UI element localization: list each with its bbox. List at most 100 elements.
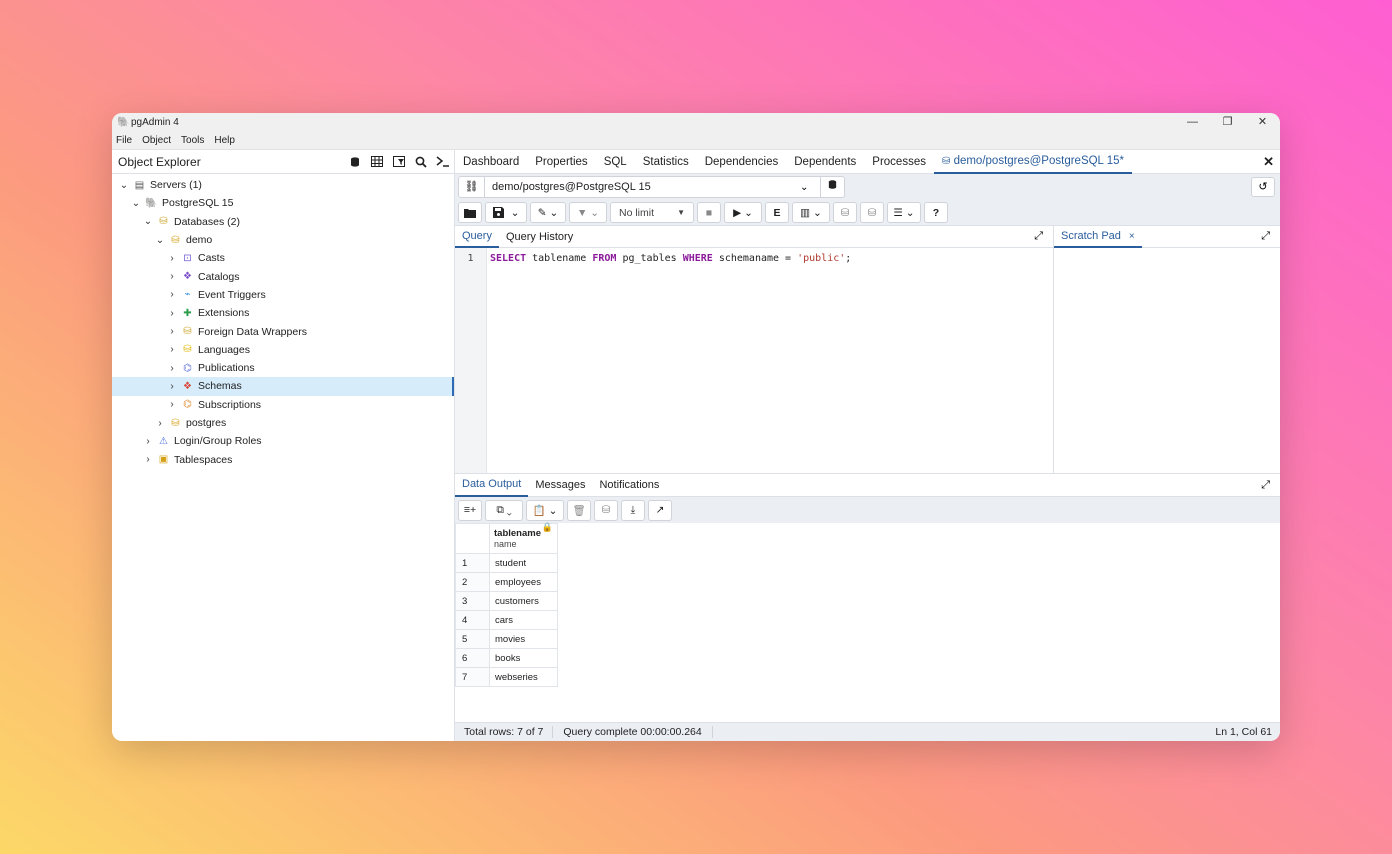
filter-rows-icon[interactable] — [388, 152, 410, 172]
download-icon[interactable]: ⤓ — [621, 499, 645, 521]
tree-item-schemas[interactable]: › ❖ Schemas — [112, 377, 454, 396]
chevron-down-icon[interactable]: ⌄ — [154, 235, 166, 246]
tree-item-event-triggers[interactable]: › ⌁ Event Triggers — [112, 286, 454, 304]
tree-item-subscriptions[interactable]: › ⌬ Subscriptions — [112, 396, 454, 414]
tab-sql[interactable]: SQL — [596, 150, 635, 174]
tab-query[interactable]: Query — [455, 226, 499, 248]
chevron-down-icon[interactable]: ⌄ — [800, 182, 820, 193]
delete-icon[interactable]: 🗑 — [567, 499, 591, 521]
save-data-icon[interactable]: ⛁ — [594, 499, 618, 521]
connection-status-icon[interactable]: ⛓ — [459, 177, 485, 197]
table-cell[interactable]: customers — [489, 591, 558, 611]
tab-properties[interactable]: Properties — [527, 150, 595, 174]
tree-item-tablespaces[interactable]: › ▣ Tablespaces — [112, 450, 454, 468]
copy-icon[interactable]: ⧉ ⌄ — [485, 499, 523, 521]
restore-button[interactable]: ❐ — [1210, 113, 1245, 132]
column-header-tablename[interactable]: tablename 🔒 name — [489, 522, 558, 554]
tree-item-extensions[interactable]: › ✚ Extensions — [112, 304, 454, 322]
table-row[interactable]: 7 webseries — [455, 667, 558, 687]
chevron-right-icon[interactable]: › — [166, 344, 178, 355]
chevron-right-icon[interactable]: › — [142, 436, 154, 447]
row-number[interactable]: 6 — [455, 648, 490, 668]
tree-item-postgresql-15[interactable]: ⌄ 🐘 PostgreSQL 15 — [112, 194, 454, 212]
tab-query-tool[interactable]: ⛁ demo/postgres@PostgreSQL 15* — [933, 150, 1132, 174]
reset-layout-icon[interactable]: ↺ — [1251, 177, 1275, 197]
table-row[interactable]: 4 cars — [455, 610, 558, 630]
chevron-down-icon[interactable]: ⌄ — [118, 180, 130, 191]
tab-data-output[interactable]: Data Output — [455, 474, 529, 497]
menu-help[interactable]: Help — [214, 135, 235, 146]
explain-icon[interactable]: E — [765, 202, 789, 223]
edit-icon[interactable]: ✎ ⌄ — [530, 202, 566, 223]
row-number[interactable]: 3 — [455, 591, 490, 611]
table-cell[interactable]: books — [489, 648, 558, 668]
chevron-down-icon[interactable]: ⌄ — [130, 198, 142, 209]
menu-tools[interactable]: Tools — [181, 135, 204, 146]
execute-icon[interactable]: ▶ ⌄ — [724, 202, 762, 223]
tree-item-languages[interactable]: › ⛁ Languages — [112, 341, 454, 359]
new-connection-icon[interactable] — [820, 177, 844, 197]
table-cell[interactable]: cars — [489, 610, 558, 630]
table-row[interactable]: 6 books — [455, 648, 558, 668]
tree-item-foreign-data-wrappers[interactable]: › ⛁ Foreign Data Wrappers — [112, 322, 454, 340]
paste-icon[interactable]: 📋 ⌄ — [526, 499, 564, 521]
sql-code-line[interactable]: SELECT tablename FROM pg_tables WHERE sc… — [487, 248, 851, 473]
table-cell[interactable]: webseries — [489, 667, 558, 687]
table-row[interactable]: 5 movies — [455, 629, 558, 649]
save-file-icon[interactable]: ⌄ — [485, 202, 527, 223]
close-tab-icon[interactable]: ✕ — [1263, 154, 1274, 170]
psql-terminal-icon[interactable] — [432, 152, 454, 172]
tree-item-publications[interactable]: › ⌬ Publications — [112, 359, 454, 377]
scratch-pad-editor[interactable] — [1054, 248, 1280, 473]
chevron-right-icon[interactable]: › — [142, 454, 154, 465]
row-number[interactable]: 1 — [455, 553, 490, 573]
table-row[interactable]: 1 student — [455, 553, 558, 573]
graph-visualiser-icon[interactable]: ↗ — [648, 499, 672, 521]
macros-icon[interactable]: ☰ ⌄ — [887, 202, 921, 223]
chevron-right-icon[interactable]: › — [166, 381, 178, 392]
chevron-down-icon[interactable]: ⌄ — [511, 207, 520, 219]
tree-item-catalogs[interactable]: › ❖ Catalogs — [112, 267, 454, 285]
sql-editor[interactable]: 1 SELECT tablename FROM pg_tables WHERE … — [455, 248, 1053, 473]
tab-processes[interactable]: Processes — [864, 150, 934, 174]
chevron-right-icon[interactable]: › — [166, 308, 178, 319]
tree-item-login-group-roles[interactable]: › ⚠ Login/Group Roles — [112, 432, 454, 450]
limit-select[interactable]: No limit ▼ — [610, 202, 694, 223]
expand-icon[interactable]: ⤢ — [1034, 230, 1043, 243]
chevron-down-icon[interactable]: ⌄ — [142, 216, 154, 227]
chevron-right-icon[interactable]: › — [166, 399, 178, 410]
tab-messages[interactable]: Messages — [528, 474, 592, 497]
menu-object[interactable]: Object — [142, 135, 171, 146]
rollback-icon[interactable]: ⛁ — [860, 202, 884, 223]
chevron-right-icon[interactable]: › — [166, 271, 178, 282]
expand-icon[interactable]: ⤢ — [1261, 479, 1270, 492]
expand-icon[interactable]: ⤢ — [1261, 230, 1270, 243]
table-cell[interactable]: student — [489, 553, 558, 573]
tree-item-servers-1[interactable]: ⌄ ▤ Servers (1) — [112, 176, 454, 194]
explain-analyze-icon[interactable]: ▥ ⌄ — [792, 202, 830, 223]
table-cell[interactable]: movies — [489, 629, 558, 649]
table-row[interactable]: 3 customers — [455, 591, 558, 611]
tab-statistics[interactable]: Statistics — [635, 150, 697, 174]
chevron-right-icon[interactable]: › — [166, 253, 178, 264]
add-row-icon[interactable]: ≡+ — [458, 499, 482, 521]
tab-query-history[interactable]: Query History — [499, 226, 580, 248]
close-icon[interactable]: × — [1129, 231, 1135, 242]
tab-notifications[interactable]: Notifications — [592, 474, 666, 497]
search-icon[interactable] — [410, 152, 432, 172]
tree-item-demo[interactable]: ⌄ ⛁ demo — [112, 231, 454, 249]
menu-file[interactable]: File — [116, 135, 132, 146]
chevron-right-icon[interactable]: › — [166, 326, 178, 337]
minimize-button[interactable]: — — [1175, 113, 1210, 132]
tree-item-casts[interactable]: › ⊡ Casts — [112, 249, 454, 267]
table-row[interactable]: 2 employees — [455, 572, 558, 592]
tree-item-databases-2[interactable]: ⌄ ⛁ Databases (2) — [112, 213, 454, 231]
tab-dependencies[interactable]: Dependencies — [697, 150, 787, 174]
tab-scratch-pad[interactable]: Scratch Pad × — [1054, 226, 1142, 248]
chevron-right-icon[interactable]: › — [154, 418, 166, 429]
row-number[interactable]: 4 — [455, 610, 490, 630]
view-data-table-icon[interactable] — [366, 152, 388, 172]
tab-dashboard[interactable]: Dashboard — [455, 150, 527, 174]
help-icon[interactable]: ? — [924, 202, 948, 223]
tree-item-postgres[interactable]: › ⛁ postgres — [112, 414, 454, 432]
